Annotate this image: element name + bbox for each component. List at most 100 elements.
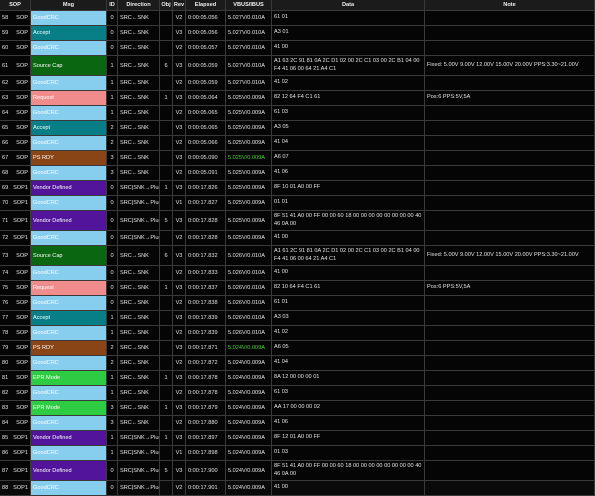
table-row[interactable]: 58 SOP GoodCRC 0 SRC←SNK V2 0:00:05.056 5.027V/… [0, 11, 595, 26]
cell-msg: GoodCRC [31, 76, 107, 90]
table-row[interactable]: 73 SOP Source Cap 0 SRC→SNK 6 V3 0:00:17.832 5.0… [0, 246, 595, 266]
msg-type-badge: Accept [31, 26, 106, 40]
cell-sop: 59 SOP [0, 26, 31, 40]
column-header-rev[interactable]: Rev [173, 0, 186, 10]
table-row[interactable]: 76 SOP GoodCRC 0 SRC→SNK V2 0:00:17.838 5.026V/… [0, 296, 595, 311]
cell-msg: PS RDY [31, 341, 107, 355]
column-header-elapsed[interactable]: Elapsed [186, 0, 226, 10]
sop-type: SOP [16, 345, 28, 351]
table-row[interactable]: 67 SOP PS RDY 3 SRC→SNK V3 0:00:05.090 5.025V/0… [0, 151, 595, 166]
cell-id: 0 [107, 211, 118, 230]
msg-type-badge: GoodCRC [31, 266, 106, 280]
cell-sop: 74 SOP [0, 266, 31, 280]
table-row[interactable]: 59 SOP Accept 0 SRC←SNK V3 0:00:05.056 5.027V/0… [0, 26, 595, 41]
table-row[interactable]: 79 SOP PS RDY 2 SRC→SNK V3 0:00:17.871 5.024V/0… [0, 341, 595, 356]
cell-data: 41 06 [272, 416, 425, 430]
cell-rev: V3 [173, 281, 186, 295]
table-row[interactable]: 62 SOP GoodCRC 1 SRC←SNK V2 0:00:05.059 5.027V/… [0, 76, 595, 91]
table-row[interactable]: 74 SOP GoodCRC 0 SRC←SNK V2 0:00:17.833 5.026V/… [0, 266, 595, 281]
cell-msg: GoodCRC [31, 266, 107, 280]
cell-vbus-ibus: 5.024V/0.009A [226, 356, 272, 370]
column-header-msg[interactable]: Msg [31, 0, 107, 10]
cell-msg: Source Cap [31, 56, 107, 75]
column-header-obj[interactable]: Obj [160, 0, 173, 10]
table-row[interactable]: 82 SOP GoodCRC 1 SRC→SNK V2 0:00:17.878 5.024V/… [0, 386, 595, 401]
cell-sop: 65 SOP [0, 121, 31, 135]
cell-note [425, 431, 595, 445]
table-row[interactable]: 81 SOP EPR Mode 1 SRC←SNK 1 V3 0:00:17.878 5.024… [0, 371, 595, 386]
cell-rev: V2 [173, 41, 186, 55]
table-row[interactable]: 78 SOP GoodCRC 1 SRC←SNK V2 0:00:17.839 5.026V/… [0, 326, 595, 341]
cell-note [425, 106, 595, 120]
table-body[interactable]: 58 SOP GoodCRC 0 SRC←SNK V2 0:00:05.056 5.027V/… [0, 11, 595, 496]
cell-elapsed: 0:00:05.064 [186, 91, 226, 105]
table-row[interactable]: 69 SOP1 Vendor Defined 0 SRC|SNK→Plug 1 V3 0:00… [0, 181, 595, 196]
row-number: 70 [2, 200, 9, 206]
cell-rev: V2 [173, 231, 186, 245]
cell-direction: SRC←SNK [118, 136, 160, 150]
table-row[interactable]: 77 SOP Accept 1 SRC→SNK V3 0:00:17.839 5.026V/0… [0, 311, 595, 326]
table-row[interactable]: 86 SOP1 GoodCRC 1 SRC|SNK←Plug V1 0:00:17.898 5… [0, 446, 595, 461]
cell-id: 0 [107, 266, 118, 280]
msg-type-badge: GoodCRC [31, 11, 106, 25]
cell-sop: 67 SOP [0, 151, 31, 165]
table-row[interactable]: 85 SOP1 Vendor Defined 1 SRC|SNK→Plug 1 V3 0:00… [0, 431, 595, 446]
column-header-sop[interactable]: SOP [0, 0, 31, 10]
table-row[interactable]: 65 SOP Accept 2 SRC→SNK V3 0:00:05.065 5.025V/0… [0, 121, 595, 136]
row-number: 60 [2, 45, 9, 51]
table-row[interactable]: 71 SOP1 Vendor Defined 0 SRC|SNK←Plug 5 V3 0:00… [0, 211, 595, 231]
table-row[interactable]: 64 SOP GoodCRC 1 SRC→SNK V2 0:00:05.065 5.025V/… [0, 106, 595, 121]
column-header-data[interactable]: Data [272, 0, 425, 10]
table-row[interactable]: 61 SOP Source Cap 1 SRC→SNK 6 V3 0:00:05.059 5.0… [0, 56, 595, 76]
cell-vbus-ibus: 5.026V/0.010A [226, 326, 272, 340]
table-row[interactable]: 84 SOP GoodCRC 3 SRC←SNK V2 0:00:17.880 5.024V/… [0, 416, 595, 431]
cell-data: 8F 51 41 A0 00 FF 00 00 60 18 00 00 00 0… [272, 461, 425, 480]
table-row[interactable]: 70 SOP1 GoodCRC 0 SRC|SNK←Plug V1 0:00:17.827 5… [0, 196, 595, 211]
cell-elapsed: 0:00:17.828 [186, 211, 226, 230]
cell-direction: SRC|SNK→Plug [118, 431, 160, 445]
table-row[interactable]: 83 SOP EPR Mode 3 SRC→SNK 1 V3 0:00:17.879 5.024… [0, 401, 595, 416]
table-row[interactable]: 63 SOP Request 1 SRC←SNK 1 V3 0:00:05.064 5.025V… [0, 91, 595, 106]
table-row[interactable]: 87 SOP1 Vendor Defined 0 SRC|SNK←Plug 5 V3 0:00… [0, 461, 595, 481]
table-row[interactable]: 75 SOP Request 0 SRC←SNK 1 V3 0:00:17.837 5.026V… [0, 281, 595, 296]
cell-vbus-ibus: 5.024V/0.009A [226, 386, 272, 400]
cell-id: 0 [107, 246, 118, 265]
cell-direction: SRC|SNK←Plug [118, 461, 160, 480]
table-row[interactable]: 60 SOP GoodCRC 0 SRC←SNK V2 0:00:05.057 5.027V/… [0, 41, 595, 56]
table-row[interactable]: 68 SOP GoodCRC 3 SRC←SNK V2 0:00:05.091 5.025V/… [0, 166, 595, 181]
sop-type: SOP [16, 125, 28, 131]
cell-obj [160, 386, 173, 400]
table-row[interactable]: 88 SOP1 GoodCRC 0 SRC|SNK→Plug V2 0:00:17.901 5… [0, 481, 595, 496]
column-header-vbus-ibus[interactable]: VBUS/IBUS [226, 0, 272, 10]
cell-vbus-ibus: 5.025V/0.009A [226, 151, 272, 165]
row-number: 77 [2, 315, 9, 321]
column-header-direction[interactable]: Direction [118, 0, 160, 10]
column-header-id[interactable]: ID [107, 0, 118, 10]
column-header-note[interactable]: Note [425, 0, 595, 10]
cell-id: 3 [107, 166, 118, 180]
cell-sop: 75 SOP [0, 281, 31, 295]
cell-elapsed: 0:00:17.838 [186, 296, 226, 310]
cell-vbus-ibus: 5.026V/0.010A [226, 266, 272, 280]
row-number: 84 [2, 420, 9, 426]
cell-msg: Request [31, 281, 107, 295]
cell-sop: 60 SOP [0, 41, 31, 55]
row-number: 67 [2, 155, 9, 161]
table-row[interactable]: 72 SOP1 GoodCRC 0 SRC|SNK→Plug V2 0:00:17.828 5… [0, 231, 595, 246]
row-number: 69 [2, 185, 9, 191]
cell-data: 8F 10 01 A0 00 FF [272, 181, 425, 195]
cell-obj [160, 121, 173, 135]
cell-vbus-ibus: 5.027V/0.010A [226, 56, 272, 75]
cell-obj [160, 151, 173, 165]
cell-elapsed: 0:00:17.879 [186, 401, 226, 415]
cell-id: 0 [107, 196, 118, 210]
cell-elapsed: 0:00:17.827 [186, 196, 226, 210]
table-row[interactable]: 66 SOP GoodCRC 2 SRC←SNK V2 0:00:05.066 5.025V/… [0, 136, 595, 151]
cell-sop: 70 SOP1 [0, 196, 31, 210]
cell-data: 8F 51 41 A0 00 FF 00 00 60 18 00 00 00 0… [272, 211, 425, 230]
msg-type-badge: EPR Mode [31, 401, 106, 415]
cell-direction: SRC→SNK [118, 121, 160, 135]
cell-rev: V3 [173, 341, 186, 355]
cell-note [425, 121, 595, 135]
table-row[interactable]: 80 SOP GoodCRC 2 SRC←SNK V2 0:00:17.872 5.024V/… [0, 356, 595, 371]
